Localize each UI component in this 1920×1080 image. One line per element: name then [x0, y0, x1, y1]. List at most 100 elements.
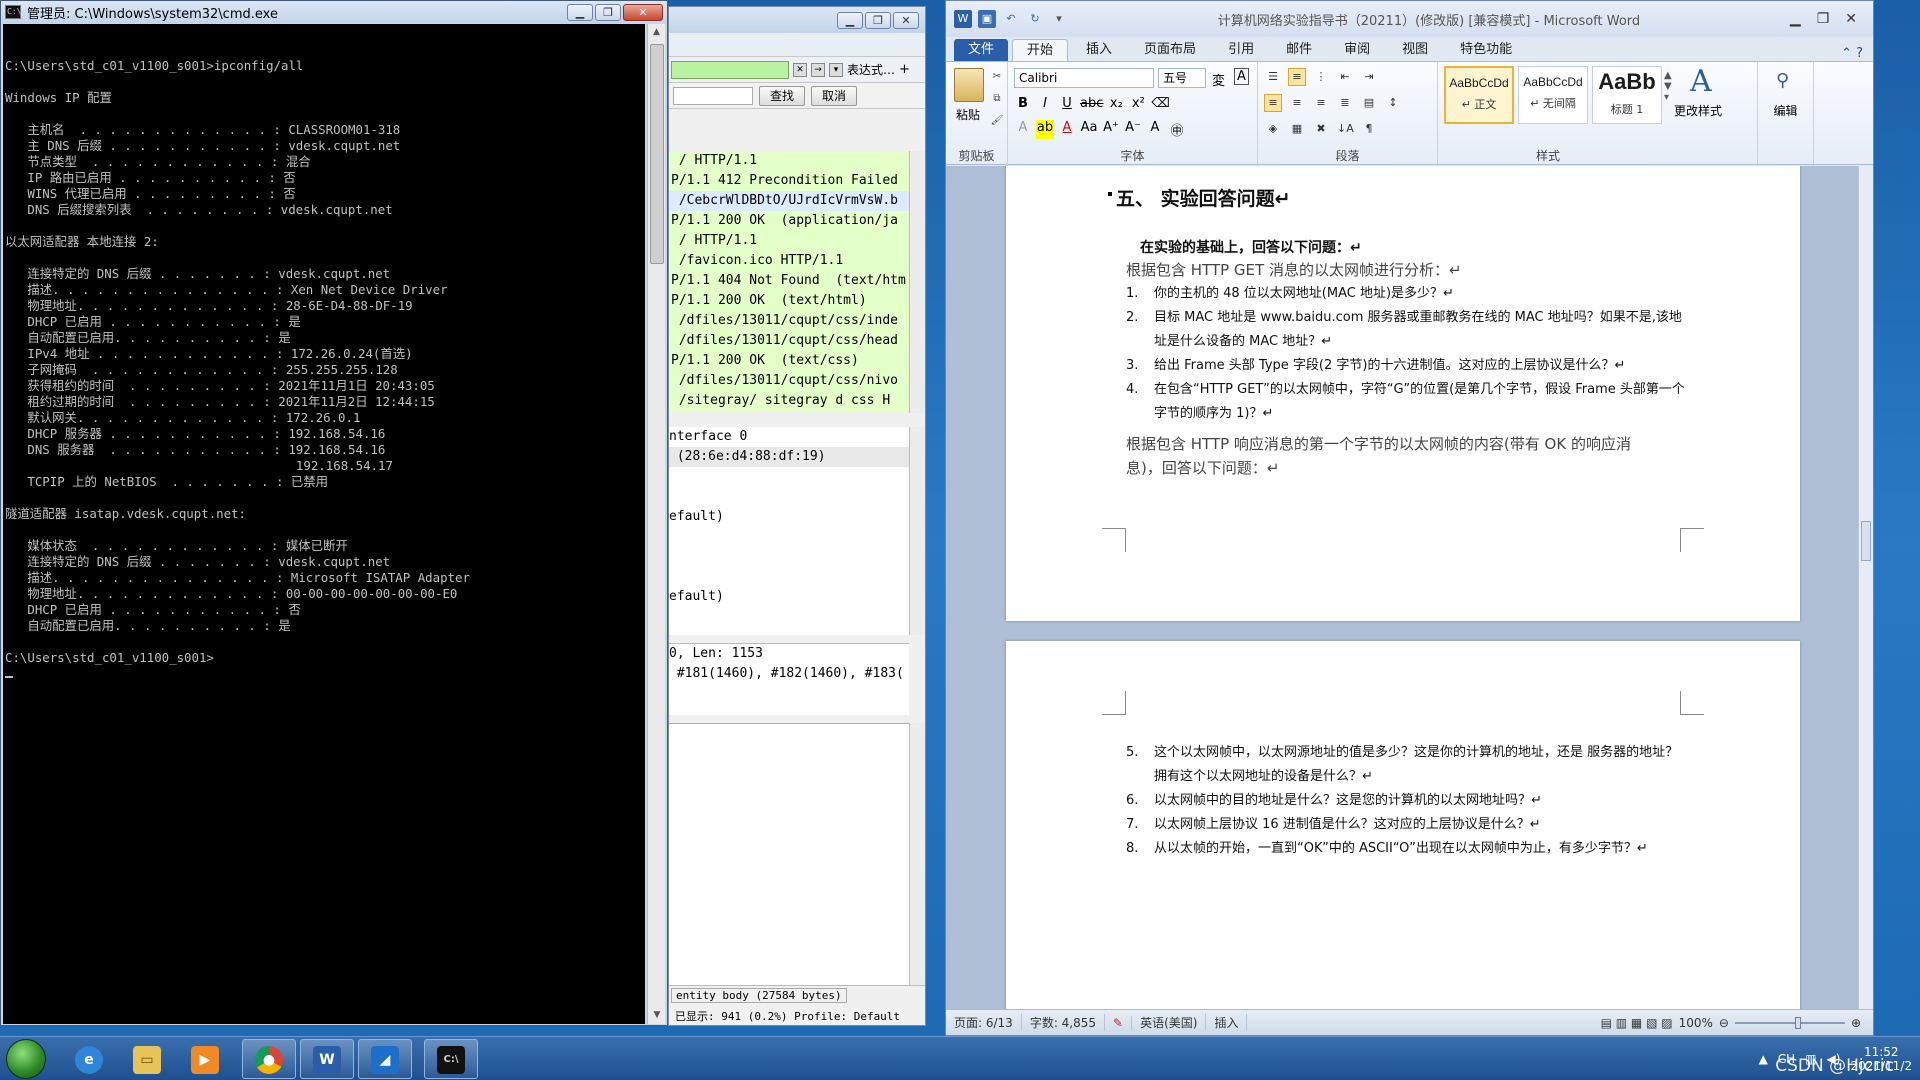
zoom-level[interactable]: 100% [1679, 1016, 1713, 1030]
packet-row[interactable]: /CebcrWlDBDtO/UJrdIcVrmVsW.b [669, 191, 909, 211]
change-case-icon[interactable]: Aa [1080, 120, 1098, 139]
packet-row[interactable]: P/1.1 200 OK (application/ja [669, 211, 909, 231]
bold-icon[interactable]: B [1014, 96, 1032, 111]
word-titlebar[interactable]: W ▣ ↶ ↻ ▾ 计算机网络实验指导书（20211）(修改版) [兼容模式] … [946, 1, 1873, 37]
packet-row[interactable]: P/1.1 200 OK (text/css) [669, 351, 909, 371]
view-buttons-icon[interactable]: ▤ ▥ ▦ ▧ ▨ [1601, 1016, 1673, 1030]
align-center-icon[interactable]: ≡ [1288, 94, 1306, 112]
scroll-thumb[interactable] [650, 44, 664, 264]
asian-layout-icon[interactable]: ✖ [1312, 120, 1330, 138]
cut-icon[interactable]: ✂ [990, 70, 1004, 84]
change-styles-button[interactable]: 更改样式 [1674, 102, 1722, 119]
styles-scroll-icon[interactable]: ▲ ▼ ▾ [1664, 70, 1672, 103]
document-page[interactable]: 五、 实验回答问题↵ 在实验的基础上，回答以下问题：↵ 根据包含 HTTP GE… [1006, 166, 1800, 621]
packet-details-scrollbar[interactable] [909, 427, 925, 635]
word-window[interactable]: W ▣ ↶ ↻ ▾ 计算机网络实验指导书（20211）(修改版) [兼容模式] … [945, 0, 1874, 1036]
expression-button[interactable]: 表达式… [847, 61, 895, 78]
subscript-icon[interactable]: x₂ [1107, 96, 1125, 111]
paste-button[interactable]: 粘贴 [956, 106, 980, 123]
numbering-icon[interactable]: ≡ [1288, 68, 1306, 86]
strikethrough-icon[interactable]: abc [1080, 96, 1103, 111]
increase-indent-icon[interactable]: ⇥ [1360, 68, 1378, 86]
font-size-select[interactable]: 五号 [1158, 68, 1206, 88]
detail-row[interactable]: nterface 0 [669, 427, 909, 447]
italic-icon[interactable]: I [1036, 96, 1054, 111]
page-count[interactable]: 页面: 6/13 [946, 1014, 1022, 1031]
detail-row[interactable] [669, 527, 909, 547]
proofing-icon[interactable]: ✎ [1105, 1015, 1133, 1030]
document-page[interactable]: 5. 这个以太网帧中，以太网源地址的值是多少？这是你的计算机的地址，还是 服务器的… [1006, 641, 1800, 1011]
cancel-button[interactable]: 取消 [811, 85, 858, 106]
line-spacing-icon[interactable]: ↕ [1384, 94, 1402, 112]
change-styles-icon[interactable]: A [1690, 64, 1712, 99]
chrome-icon[interactable]: ● [242, 1039, 296, 1079]
packet-row[interactable]: /dfiles/13011/cqupt/css/nivo [669, 371, 909, 391]
detail-row[interactable] [669, 467, 909, 487]
tab-0[interactable]: 文件 [954, 39, 1009, 61]
scroll-down-icon[interactable]: ▼ [648, 1007, 666, 1024]
zoom-in-icon[interactable]: ⊕ [1851, 1016, 1861, 1030]
wireshark-icon[interactable]: ◢ [358, 1039, 412, 1079]
maximize-button[interactable]: ❐ [595, 3, 621, 21]
grow-font-icon[interactable]: A⁺ [1102, 120, 1120, 139]
clear-filter-icon[interactable]: ✕ [793, 62, 807, 77]
packet-row[interactable]: /dfiles/13011/cqupt/css/head [669, 331, 909, 351]
distribute-icon[interactable]: ▤ [1360, 94, 1378, 112]
cmd-window[interactable]: C:\ 管理员: C:\Windows\system32\cmd.exe ▁ ❐… [0, 0, 668, 1026]
edit-button[interactable]: 编辑 [1758, 102, 1813, 119]
maximize-button[interactable]: ❐ [1817, 11, 1830, 27]
style-gallery-item[interactable]: AaBbCcDd ↵ 无间隔 [1518, 66, 1588, 124]
wireshark-titlebar[interactable]: ▁ ❐ ✕ [669, 7, 925, 33]
cmd-scrollbar[interactable]: ▲ ▼ [647, 24, 665, 1024]
justify-icon[interactable]: ≣ [1336, 94, 1354, 112]
bytes-scrollbar[interactable] [909, 723, 925, 993]
tab-8[interactable]: 特色功能 [1446, 39, 1526, 61]
maximize-button[interactable]: ❐ [865, 11, 891, 29]
packet-row[interactable]: /dfiles/13011/cqupt/css/inde [669, 311, 909, 331]
redo-icon[interactable]: ↻ [1026, 10, 1044, 28]
multilevel-list-icon[interactable]: ⋮ [1312, 68, 1330, 86]
internet-explorer-icon[interactable]: e [62, 1039, 116, 1079]
packet-bytes-pane[interactable] [669, 723, 909, 993]
word-count[interactable]: 字数: 4,855 [1022, 1014, 1106, 1031]
start-button[interactable] [6, 1039, 46, 1079]
phonetic-icon[interactable]: 変 [1212, 70, 1225, 89]
minimize-button[interactable]: ▁ [837, 11, 863, 29]
shading-icon[interactable]: ◈ [1264, 120, 1282, 138]
clear-format-icon[interactable]: ⌫ [1151, 96, 1169, 111]
filter-dropdown-icon[interactable]: ▾ [829, 62, 843, 77]
close-button[interactable]: ✕ [1845, 11, 1857, 27]
format-painter-icon[interactable]: 🖌 [990, 114, 1004, 128]
customize-toolbar-icon[interactable]: ▾ [1050, 10, 1068, 28]
scroll-thumb[interactable] [1861, 521, 1871, 561]
add-filter-icon[interactable]: + [899, 62, 910, 77]
underline-icon[interactable]: U [1058, 96, 1076, 111]
cmd-console[interactable]: C:\Users\std_c01_v1100_s001>ipconfig/all… [3, 24, 645, 1024]
zoom-slider[interactable] [1734, 1016, 1845, 1029]
paste-icon[interactable] [954, 68, 984, 102]
packet-details[interactable]: nterface 0 (28:6e:d4:88:df:19) efault) efa… [669, 427, 909, 635]
borders-icon[interactable]: ▦ [1288, 120, 1306, 138]
close-button[interactable]: ✕ [623, 3, 663, 21]
close-button[interactable]: ✕ [893, 11, 919, 29]
decrease-indent-icon[interactable]: ⇤ [1336, 68, 1354, 86]
style-gallery-item[interactable]: AaBb 标题 1 [1592, 66, 1662, 124]
save-icon[interactable]: ▣ [978, 10, 996, 28]
word-icon[interactable]: W [300, 1039, 354, 1079]
zoom-out-icon[interactable]: ⊖ [1719, 1016, 1729, 1030]
packet-list-scrollbar[interactable] [909, 151, 925, 413]
cmd-titlebar[interactable]: C:\ 管理员: C:\Windows\system32\cmd.exe ▁ ❐… [1, 1, 667, 23]
undo-icon[interactable]: ↶ [1002, 10, 1020, 28]
detail-row[interactable]: efault) [669, 587, 909, 607]
tab-1[interactable]: 开始 [1012, 39, 1069, 61]
file-explorer-icon[interactable]: ▭ [120, 1039, 174, 1079]
detail-row[interactable]: #181(1460), #182(1460), #183( [669, 664, 909, 684]
packet-row[interactable]: / HTTP/1.1 [669, 151, 909, 171]
tab-6[interactable]: 审阅 [1330, 39, 1384, 61]
align-right-icon[interactable]: ≡ [1312, 94, 1330, 112]
find-input[interactable] [673, 86, 753, 105]
align-left-icon[interactable]: ≡ [1264, 94, 1282, 112]
tab-3[interactable]: 页面布局 [1130, 39, 1210, 61]
tab-4[interactable]: 引用 [1214, 39, 1268, 61]
font-name-select[interactable]: Calibri [1014, 68, 1154, 88]
